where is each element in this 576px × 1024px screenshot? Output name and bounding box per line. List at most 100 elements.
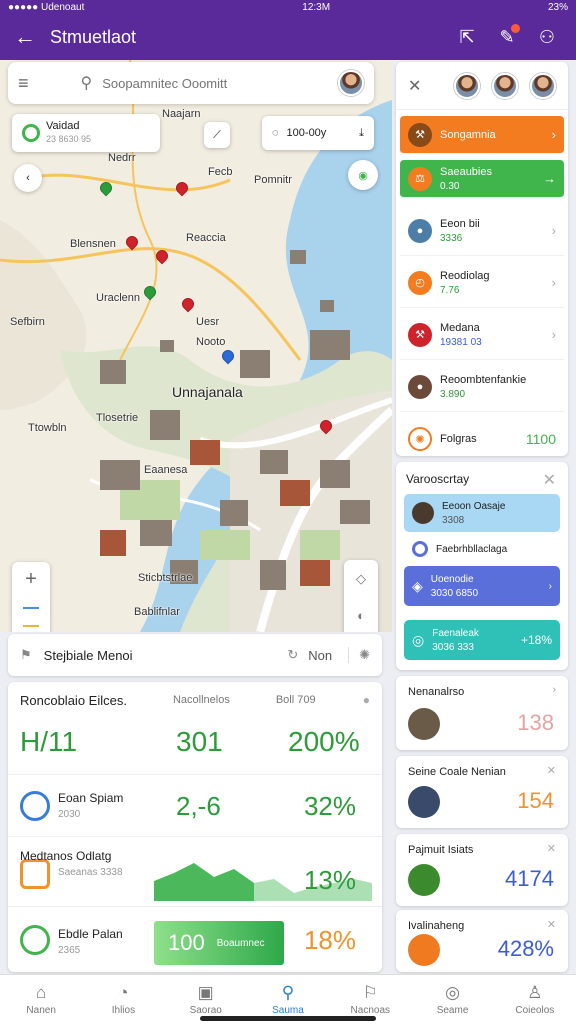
ruler-icon: ◌ bbox=[272, 127, 279, 139]
map-label: Uesr bbox=[196, 316, 220, 328]
stat-row[interactable]: Ebdle Palan 2365 100 Boaumnec 18% bbox=[8, 906, 382, 972]
list-item-text: Eeon bii 3336 bbox=[440, 218, 552, 244]
nav-item-activity[interactable]: ◔ Ihlios bbox=[82, 975, 164, 1024]
secondary-card[interactable]: ◈ Uoenodie 3030 6850 › bbox=[404, 566, 560, 606]
hammer-icon: ⚒ bbox=[408, 122, 432, 147]
nav-item-home[interactable]: ⌂ Nanen bbox=[0, 975, 82, 1024]
measure-card[interactable]: ◌ 100-00y ⤓ bbox=[262, 116, 374, 150]
list-item-label: Reoombtenfankie bbox=[440, 373, 527, 386]
secondary-card[interactable]: ◎ Faenaleak 3036 333 +18% bbox=[404, 620, 560, 660]
list-item-sub: 3.890 bbox=[440, 388, 466, 400]
summary-card-title: Ivalinaheng bbox=[408, 920, 465, 932]
map-label: Pomnitr bbox=[254, 174, 292, 186]
list-item[interactable]: ✺ Folgras 1100 bbox=[400, 414, 564, 464]
list-item[interactable]: ◴ Reodiolag 7.76 › bbox=[400, 258, 564, 308]
stat-row[interactable]: Medtanos Odlatg Saeanas 3338 13% bbox=[8, 836, 382, 906]
step-bar[interactable]: ⚑ Stejbiale Menoi ↻ Non ✺ bbox=[8, 634, 382, 676]
search-input[interactable] bbox=[102, 75, 338, 91]
list-item-sub: 3336 bbox=[440, 232, 463, 244]
stat-row-percent: 13% bbox=[303, 865, 356, 895]
thumbnail bbox=[408, 864, 440, 896]
layer-line-icon[interactable] bbox=[23, 607, 39, 609]
download-icon[interactable]: ⤓ bbox=[359, 127, 364, 140]
scale-icon: ⚖ bbox=[408, 166, 432, 191]
drop-icon[interactable]: ◐ bbox=[357, 608, 365, 623]
chevron-left-icon: ‹ bbox=[26, 172, 30, 184]
stat-row[interactable]: Eoan Spiam 2030 2,-6 32% bbox=[8, 774, 382, 836]
summary-card[interactable]: Pajmuit Isiats ✕ 4174 bbox=[396, 834, 568, 906]
secondary-card[interactable]: Faebrhbllaclaga bbox=[404, 538, 560, 560]
stat-row-percent: 32% bbox=[303, 791, 356, 821]
avatar[interactable] bbox=[530, 72, 556, 99]
stat-row-sub: 2030 bbox=[58, 809, 81, 820]
close-icon[interactable]: ✕ bbox=[547, 842, 556, 855]
locate-button[interactable]: ◉ bbox=[348, 160, 378, 190]
leaf-icon bbox=[20, 925, 50, 955]
summary-card-value: 428% bbox=[497, 936, 554, 961]
chart-icon bbox=[20, 791, 50, 821]
list-item[interactable]: ⚒ Medana 19381 03 › bbox=[400, 310, 564, 360]
list-item-sub: 0.30 bbox=[440, 180, 460, 192]
summary-card[interactable]: Nenanalrso › 138 bbox=[396, 676, 568, 750]
nav-item-profile[interactable]: ♙ Coieolos bbox=[494, 975, 576, 1024]
diamond-icon: ◈ bbox=[412, 577, 423, 594]
stat-row-extra: Boaumnec bbox=[216, 937, 265, 949]
close-icon[interactable]: ✕ bbox=[408, 76, 421, 96]
avatar[interactable] bbox=[492, 72, 518, 99]
refresh-icon[interactable]: ↻ bbox=[287, 647, 298, 663]
clock-icon: ◔ bbox=[118, 983, 129, 1002]
notification-icon[interactable]: ✎ bbox=[492, 22, 522, 52]
map-label: Naajarn bbox=[162, 108, 201, 120]
map-tool-button[interactable]: ⟋ bbox=[204, 122, 230, 148]
step-action[interactable]: Non bbox=[308, 648, 332, 663]
secondary-card-value: +18% bbox=[520, 633, 552, 647]
panel-header: ✕ bbox=[396, 62, 568, 110]
layer-line-icon[interactable] bbox=[23, 625, 39, 627]
list-item[interactable]: ⚒ Songamnia › bbox=[400, 116, 564, 154]
close-icon[interactable]: ✕ bbox=[543, 470, 556, 490]
list-item[interactable]: ● Eeon bii 3336 › bbox=[400, 206, 564, 256]
zoom-in-icon[interactable]: + bbox=[25, 568, 37, 591]
nav-label: Sauma bbox=[272, 1005, 304, 1016]
map-view[interactable]: Naajarn Nedrr Fecb Pomnitr Blensnen Reac… bbox=[0, 60, 392, 632]
list-item-sub: 19381 03 bbox=[440, 336, 482, 348]
list-item[interactable]: ● Reoombtenfankie 3.890 bbox=[400, 362, 564, 412]
close-icon[interactable]: ✕ bbox=[547, 918, 556, 931]
stat-row-name: Medtanos Odlatg bbox=[20, 849, 112, 863]
stat-progress-bar: 100 Boaumnec bbox=[154, 921, 284, 965]
place-card[interactable]: Vaidad 23 8630 95 bbox=[12, 114, 160, 152]
layer-control[interactable]: + bbox=[12, 562, 50, 632]
thumbnail bbox=[408, 708, 440, 740]
info-icon[interactable]: ● bbox=[363, 693, 370, 707]
search-icon: ⚲ bbox=[281, 983, 295, 1002]
close-icon[interactable]: ✕ bbox=[547, 764, 556, 777]
app-title: Stmuetlaot bbox=[50, 26, 137, 47]
measure-value: 100-00y bbox=[286, 127, 327, 139]
nav-label: Seame bbox=[436, 1005, 469, 1016]
share-icon[interactable]: ⇱ bbox=[452, 22, 482, 52]
summary-card-value: 154 bbox=[517, 788, 554, 813]
map-prev-button[interactable]: ‹ bbox=[14, 164, 42, 192]
list-item[interactable]: ⚖ Saeaubies 0.30 → bbox=[400, 160, 564, 198]
arrow-right-icon: → bbox=[543, 171, 556, 186]
summary-card[interactable]: Ivalinaheng ✕ 428% bbox=[396, 910, 568, 972]
summary-card-value: 4174 bbox=[505, 866, 554, 891]
menu-icon[interactable]: ≡ bbox=[18, 73, 29, 94]
profile-icon[interactable]: ⚇ bbox=[532, 22, 562, 52]
settings-icon[interactable]: ✺ bbox=[348, 647, 370, 663]
person-icon: ● bbox=[408, 374, 432, 399]
locate-icon: ◉ bbox=[358, 169, 368, 182]
bell-icon: ⚐ bbox=[362, 983, 378, 1002]
thumbnail bbox=[408, 934, 440, 966]
back-arrow-icon[interactable]: ← bbox=[14, 24, 36, 50]
step-label: Stejbiale Menoi bbox=[43, 647, 133, 663]
avatar[interactable] bbox=[454, 72, 480, 99]
stat-row-sub: 2365 bbox=[58, 945, 81, 956]
compass-icon[interactable]: ◇ bbox=[356, 571, 366, 587]
secondary-card[interactable]: Eeoon Oasaje 3308 bbox=[404, 494, 560, 532]
list-item-text: Medana 19381 03 bbox=[440, 322, 552, 348]
avatar[interactable] bbox=[338, 70, 364, 96]
summary-card[interactable]: Seine Coale Nenian ✕ 154 bbox=[396, 756, 568, 828]
nav-item-explore[interactable]: ◎ Seame bbox=[411, 975, 493, 1024]
map-label: Fecb bbox=[208, 166, 233, 178]
